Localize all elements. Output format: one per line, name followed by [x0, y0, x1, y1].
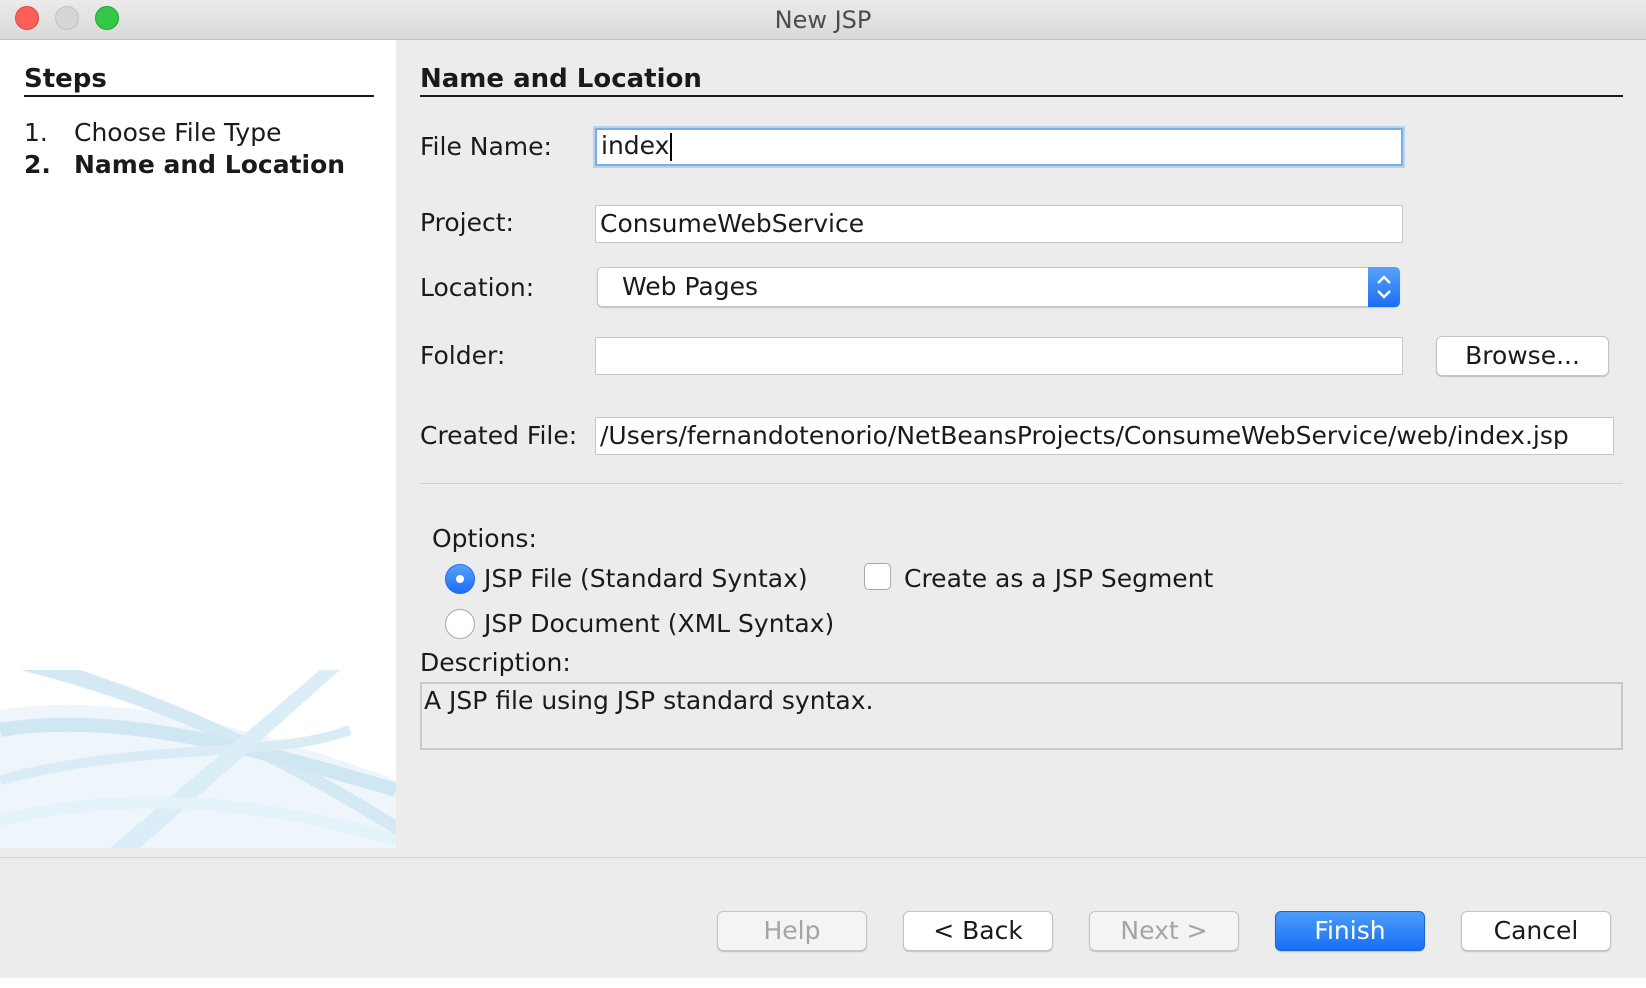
browse-button[interactable]: Browse... [1436, 336, 1609, 376]
step-choose-file-type: 1. Choose File Type [24, 118, 281, 147]
text-caret [670, 133, 673, 161]
file-name-input[interactable]: index [595, 128, 1403, 166]
cancel-button[interactable]: Cancel [1461, 911, 1611, 951]
section-divider [420, 95, 1623, 97]
next-button[interactable]: Next > [1089, 911, 1239, 951]
help-button[interactable]: Help [717, 911, 867, 951]
radio-xml-syntax-label[interactable]: JSP Document (XML Syntax) [484, 609, 834, 638]
radio-standard-syntax[interactable] [445, 564, 475, 594]
description-label: Description: [420, 648, 571, 677]
form-separator [420, 483, 1623, 484]
folder-input[interactable] [595, 337, 1403, 375]
created-file-label: Created File: [420, 421, 578, 450]
steps-divider [24, 95, 374, 97]
options-label: Options: [432, 524, 537, 553]
location-select[interactable]: Web Pages [597, 267, 1400, 307]
steps-panel: Steps 1. Choose File Type 2. Name and Loca… [0, 40, 396, 848]
window-title: New JSP [774, 6, 872, 34]
segment-checkbox-label[interactable]: Create as a JSP Segment [904, 564, 1213, 593]
segment-checkbox[interactable] [864, 563, 891, 590]
file-name-label: File Name: [420, 132, 552, 161]
radio-xml-syntax[interactable] [445, 609, 475, 639]
back-button[interactable]: < Back [903, 911, 1053, 951]
section-heading: Name and Location [420, 64, 702, 94]
step-number: 2. [24, 150, 51, 179]
steps-heading: Steps [24, 64, 107, 94]
created-file-field: /Users/fernandotenorio/NetBeansProjects/… [595, 417, 1614, 455]
file-name-value: index [601, 131, 670, 160]
select-arrows-icon [1368, 267, 1400, 307]
description-box: A JSP file using JSP standard syntax. [420, 682, 1623, 750]
step-name-and-location: 2. Name and Location [24, 150, 345, 179]
step-label: Name and Location [74, 150, 346, 179]
netbeans-swoosh-graphic [0, 670, 396, 848]
title-bar: New JSP [0, 0, 1646, 40]
location-value: Web Pages [622, 272, 758, 301]
folder-label: Folder: [420, 341, 506, 370]
window-bottom-edge [0, 978, 1646, 988]
project-field: ConsumeWebService [595, 205, 1403, 243]
step-label: Choose File Type [74, 118, 282, 147]
location-label: Location: [420, 273, 535, 302]
footer-separator [0, 857, 1646, 858]
radio-standard-syntax-label[interactable]: JSP File (Standard Syntax) [484, 564, 808, 593]
step-number: 1. [24, 118, 48, 147]
project-label: Project: [420, 208, 514, 237]
finish-button[interactable]: Finish [1275, 911, 1425, 951]
